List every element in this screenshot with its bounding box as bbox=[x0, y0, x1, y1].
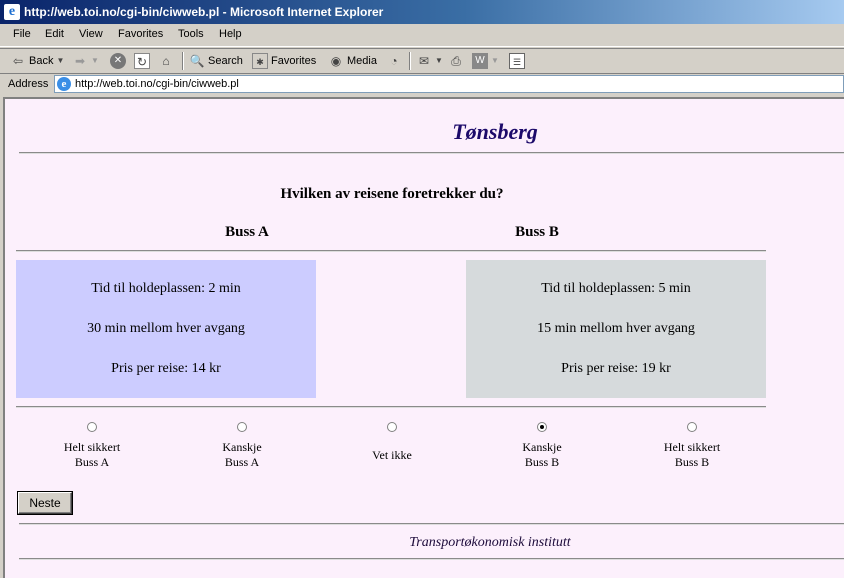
print-icon: ⎙ bbox=[451, 54, 461, 68]
option-a-walk-time: Tid til holdeplassen: 2 min bbox=[91, 281, 241, 296]
forward-button[interactable]: ➡ ▼ bbox=[72, 53, 99, 69]
radio-definitely-a[interactable] bbox=[87, 422, 97, 432]
stop-icon: ✕ bbox=[110, 53, 126, 69]
address-label: Address bbox=[8, 78, 49, 90]
media-button[interactable]: ◉ Media bbox=[328, 53, 377, 69]
menu-edit[interactable]: Edit bbox=[45, 28, 64, 40]
page-content: Tønsberg Hvilken av reisene foretrekker … bbox=[3, 97, 844, 578]
edit-dropdown-icon[interactable]: ▼ bbox=[491, 53, 499, 69]
forward-arrow-icon: ➡ bbox=[74, 54, 86, 68]
choice-label-line1: Kanskje bbox=[222, 440, 262, 454]
address-input[interactable]: e http://web.toi.no/cgi-bin/ciwweb.pl bbox=[54, 75, 844, 93]
choice-label-line1: Helt sikkert bbox=[63, 440, 121, 454]
divider bbox=[16, 250, 766, 252]
edit-button[interactable]: W ▼ bbox=[472, 53, 499, 69]
menu-help[interactable]: Help bbox=[219, 28, 242, 40]
forward-dropdown-icon[interactable]: ▼ bbox=[91, 53, 99, 69]
discuss-icon: ☰ bbox=[509, 53, 525, 69]
search-label: Search bbox=[208, 55, 243, 67]
toolbar-separator bbox=[409, 52, 411, 70]
choice-label-line1: Helt sikkert bbox=[663, 440, 721, 454]
mail-icon: ✉ bbox=[418, 54, 430, 68]
back-arrow-icon: ⇦ bbox=[12, 54, 24, 68]
home-button[interactable]: ⌂ bbox=[158, 53, 174, 69]
divider bbox=[19, 152, 844, 154]
radio-definitely-b[interactable] bbox=[687, 422, 697, 432]
label-maybe-a: Kanskje Buss A bbox=[182, 440, 302, 470]
discuss-button[interactable]: ☰ bbox=[509, 53, 525, 69]
search-icon: 🔍 bbox=[189, 54, 205, 68]
option-a-card: Tid til holdeplassen: 2 min 30 min mello… bbox=[16, 260, 316, 398]
address-bar: Address e http://web.toi.no/cgi-bin/ciww… bbox=[0, 74, 844, 96]
option-b-heading: Buss B bbox=[515, 224, 559, 240]
next-button[interactable]: Neste bbox=[17, 491, 73, 515]
radio-maybe-a[interactable] bbox=[237, 422, 247, 432]
home-icon: ⌂ bbox=[162, 54, 170, 68]
option-b-card: Tid til holdeplassen: 5 min 15 min mello… bbox=[466, 260, 766, 398]
label-definitely-b: Helt sikkert Buss B bbox=[632, 440, 752, 470]
option-a-frequency: 30 min mellom hver avgang bbox=[87, 321, 245, 336]
refresh-button[interactable]: ↻ bbox=[134, 53, 150, 69]
history-icon: ◔ bbox=[390, 54, 398, 68]
refresh-icon: ↻ bbox=[134, 53, 150, 69]
question-text: Hvilken av reisene foretrekker du? bbox=[280, 186, 504, 202]
media-label: Media bbox=[347, 55, 377, 67]
page-icon: e bbox=[57, 77, 71, 91]
back-button[interactable]: ⇦ Back ▼ bbox=[10, 53, 64, 69]
menu-view[interactable]: View bbox=[79, 28, 103, 40]
mail-dropdown-icon[interactable]: ▼ bbox=[435, 53, 443, 69]
history-button[interactable]: ◔ bbox=[386, 53, 402, 69]
media-icon: ◉ bbox=[330, 54, 342, 68]
window-title-bar: e http://web.toi.no/cgi-bin/ciwweb.pl - … bbox=[0, 0, 844, 24]
stop-button[interactable]: ✕ bbox=[110, 53, 126, 69]
back-label: Back bbox=[29, 55, 54, 67]
word-edit-icon: W bbox=[472, 53, 488, 69]
option-b-price: Pris per reise: 19 kr bbox=[561, 361, 671, 376]
choice-label-line2: Buss B bbox=[524, 455, 560, 469]
choice-label-line1: Vet ikke bbox=[372, 448, 412, 462]
choice-label-line1: Kanskje bbox=[522, 440, 562, 454]
ie-logo-icon: e bbox=[4, 4, 20, 20]
divider bbox=[19, 558, 844, 560]
print-button[interactable]: ⎙ bbox=[448, 53, 464, 69]
option-a-price: Pris per reise: 14 kr bbox=[111, 361, 221, 376]
window-title: http://web.toi.no/cgi-bin/ciwweb.pl - Mi… bbox=[24, 5, 384, 19]
favorites-label: Favorites bbox=[271, 55, 317, 67]
choice-label-line2: Buss A bbox=[224, 455, 260, 469]
back-dropdown-icon[interactable]: ▼ bbox=[56, 53, 65, 69]
divider bbox=[16, 406, 766, 408]
label-dont-know: Vet ikke bbox=[332, 448, 452, 463]
choice-label-line2: Buss B bbox=[674, 455, 710, 469]
menu-file[interactable]: File bbox=[13, 28, 31, 40]
choice-label-line2: Buss A bbox=[74, 455, 110, 469]
radio-dont-know[interactable] bbox=[387, 422, 397, 432]
label-definitely-a: Helt sikkert Buss A bbox=[32, 440, 152, 470]
menu-favorites[interactable]: Favorites bbox=[118, 28, 163, 40]
favorites-button[interactable]: ✱ Favorites bbox=[252, 53, 316, 69]
mail-button[interactable]: ✉ ▼ bbox=[416, 53, 443, 69]
divider bbox=[19, 523, 844, 525]
menu-tools[interactable]: Tools bbox=[178, 28, 204, 40]
option-b-walk-time: Tid til holdeplassen: 5 min bbox=[541, 281, 691, 296]
footer-text: Transportøkonomisk institutt bbox=[409, 535, 571, 550]
option-b-frequency: 15 min mellom hver avgang bbox=[537, 321, 695, 336]
radio-maybe-b[interactable] bbox=[537, 422, 547, 432]
search-button[interactable]: 🔍 Search bbox=[189, 53, 243, 69]
menu-bar: File Edit View Favorites Tools Help bbox=[0, 24, 844, 47]
page-title: Tønsberg bbox=[452, 119, 538, 144]
label-maybe-b: Kanskje Buss B bbox=[482, 440, 602, 470]
favorites-icon: ✱ bbox=[252, 53, 268, 69]
address-url: http://web.toi.no/cgi-bin/ciwweb.pl bbox=[75, 78, 239, 90]
option-a-heading: Buss A bbox=[225, 224, 269, 240]
standard-toolbar: ⇦ Back ▼ ➡ ▼ ✕ ↻ ⌂ 🔍 Search ✱ Favorites … bbox=[0, 48, 844, 74]
toolbar-separator bbox=[182, 52, 184, 70]
